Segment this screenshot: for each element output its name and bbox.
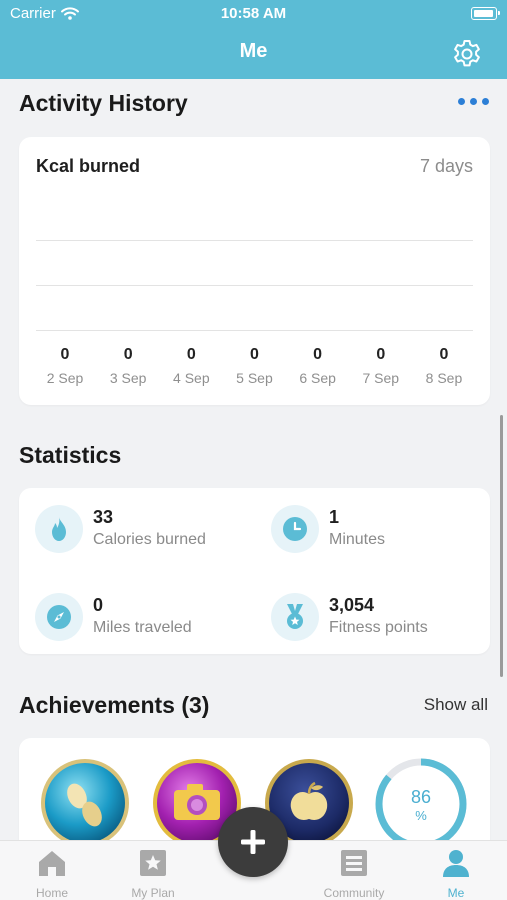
stat-label: Minutes (329, 531, 386, 548)
flame-icon (35, 505, 83, 553)
day-value: 0 (313, 346, 323, 363)
stat-minutes[interactable]: 1 Minutes (271, 505, 385, 553)
progress-unit: % (415, 808, 427, 823)
stat-value: 33 (93, 507, 114, 527)
person-icon (443, 850, 469, 877)
tab-home[interactable]: Home (7, 849, 97, 900)
tab-label: Me (447, 886, 465, 900)
star-icon (140, 850, 166, 876)
day-value: 0 (439, 346, 449, 363)
home-icon (39, 851, 65, 876)
tab-my-plan[interactable]: My Plan (108, 849, 198, 900)
show-all-link[interactable]: Show all (424, 695, 488, 715)
day-column: 0 3 Sep (99, 346, 157, 386)
dot (470, 98, 477, 105)
range-label[interactable]: 7 days (420, 156, 473, 177)
scroll-indicator[interactable] (500, 415, 503, 677)
grid-line (36, 330, 473, 331)
grid-line (36, 240, 473, 241)
achievements-heading: Achievements (3) (19, 692, 210, 718)
day-column: 0 2 Sep (36, 346, 94, 386)
stat-value: 0 (93, 595, 104, 615)
day-value: 0 (376, 346, 386, 363)
day-column: 0 7 Sep (352, 346, 410, 386)
day-date: 2 Sep (46, 370, 84, 386)
medal-icon (271, 593, 319, 641)
grid-line (36, 285, 473, 286)
tab-me[interactable]: Me (411, 849, 501, 900)
stat-label: Calories burned (93, 531, 206, 548)
stat-label: Miles traveled (93, 619, 192, 636)
day-date: 3 Sep (109, 370, 147, 386)
dot (458, 98, 465, 105)
day-date: 5 Sep (236, 370, 273, 386)
tab-community[interactable]: Community (309, 849, 399, 900)
day-value: 0 (60, 346, 70, 363)
stat-value: 3,054 (329, 595, 375, 615)
day-date: 7 Sep (362, 370, 400, 386)
day-value: 0 (123, 346, 133, 363)
kcal-burned-label: Kcal burned (36, 156, 141, 176)
plus-icon (241, 830, 265, 854)
day-date: 8 Sep (425, 370, 463, 386)
achievement-progress-ring[interactable]: 86 % (374, 757, 468, 851)
page-title: Me (239, 40, 268, 62)
stat-miles[interactable]: 0 Miles traveled (35, 593, 192, 641)
activity-history-heading: Activity History (19, 90, 188, 116)
settings-button[interactable] (451, 38, 483, 70)
day-column: 0 5 Sep (225, 346, 283, 386)
more-options-button[interactable] (458, 98, 489, 105)
day-value: 0 (250, 346, 259, 363)
stat-calories[interactable]: 33 Calories burned (35, 505, 206, 553)
progress-value: 86 (410, 787, 432, 807)
stat-fitness-points[interactable]: 3,054 Fitness points (271, 593, 428, 641)
day-value: 0 (186, 346, 196, 363)
community-icon (341, 850, 367, 876)
days-row: 0 2 Sep 0 3 Sep 0 4 Sep 0 5 Sep 0 6 Sep … (36, 346, 473, 386)
day-column: 0 4 Sep (162, 346, 220, 386)
add-button[interactable] (218, 807, 288, 877)
tab-label: My Plan (131, 886, 175, 900)
stat-value: 1 (329, 507, 340, 527)
compass-icon (35, 593, 83, 641)
day-date: 6 Sep (299, 370, 336, 386)
gear-icon (454, 40, 480, 67)
statistics-heading: Statistics (19, 442, 122, 468)
clock-icon (271, 505, 319, 553)
dot (482, 98, 489, 105)
stat-label: Fitness points (329, 619, 428, 636)
day-column: 0 6 Sep (289, 346, 347, 386)
day-date: 4 Sep (173, 370, 210, 386)
tab-label: Community (323, 886, 385, 900)
tab-label: Home (35, 886, 68, 900)
footprints-badge[interactable] (40, 758, 130, 848)
top-bar: Carrier 10:58 AM Me (0, 0, 507, 79)
battery-icon (471, 7, 500, 20)
status-time: 10:58 AM (220, 5, 287, 22)
statistics-card: 33 Calories burned 1 Minutes 0 Miles tra… (19, 488, 490, 654)
day-column: 0 8 Sep (415, 346, 473, 386)
activity-card[interactable]: Kcal burned 7 days 0 2 Sep 0 3 Sep 0 4 S… (19, 137, 490, 405)
